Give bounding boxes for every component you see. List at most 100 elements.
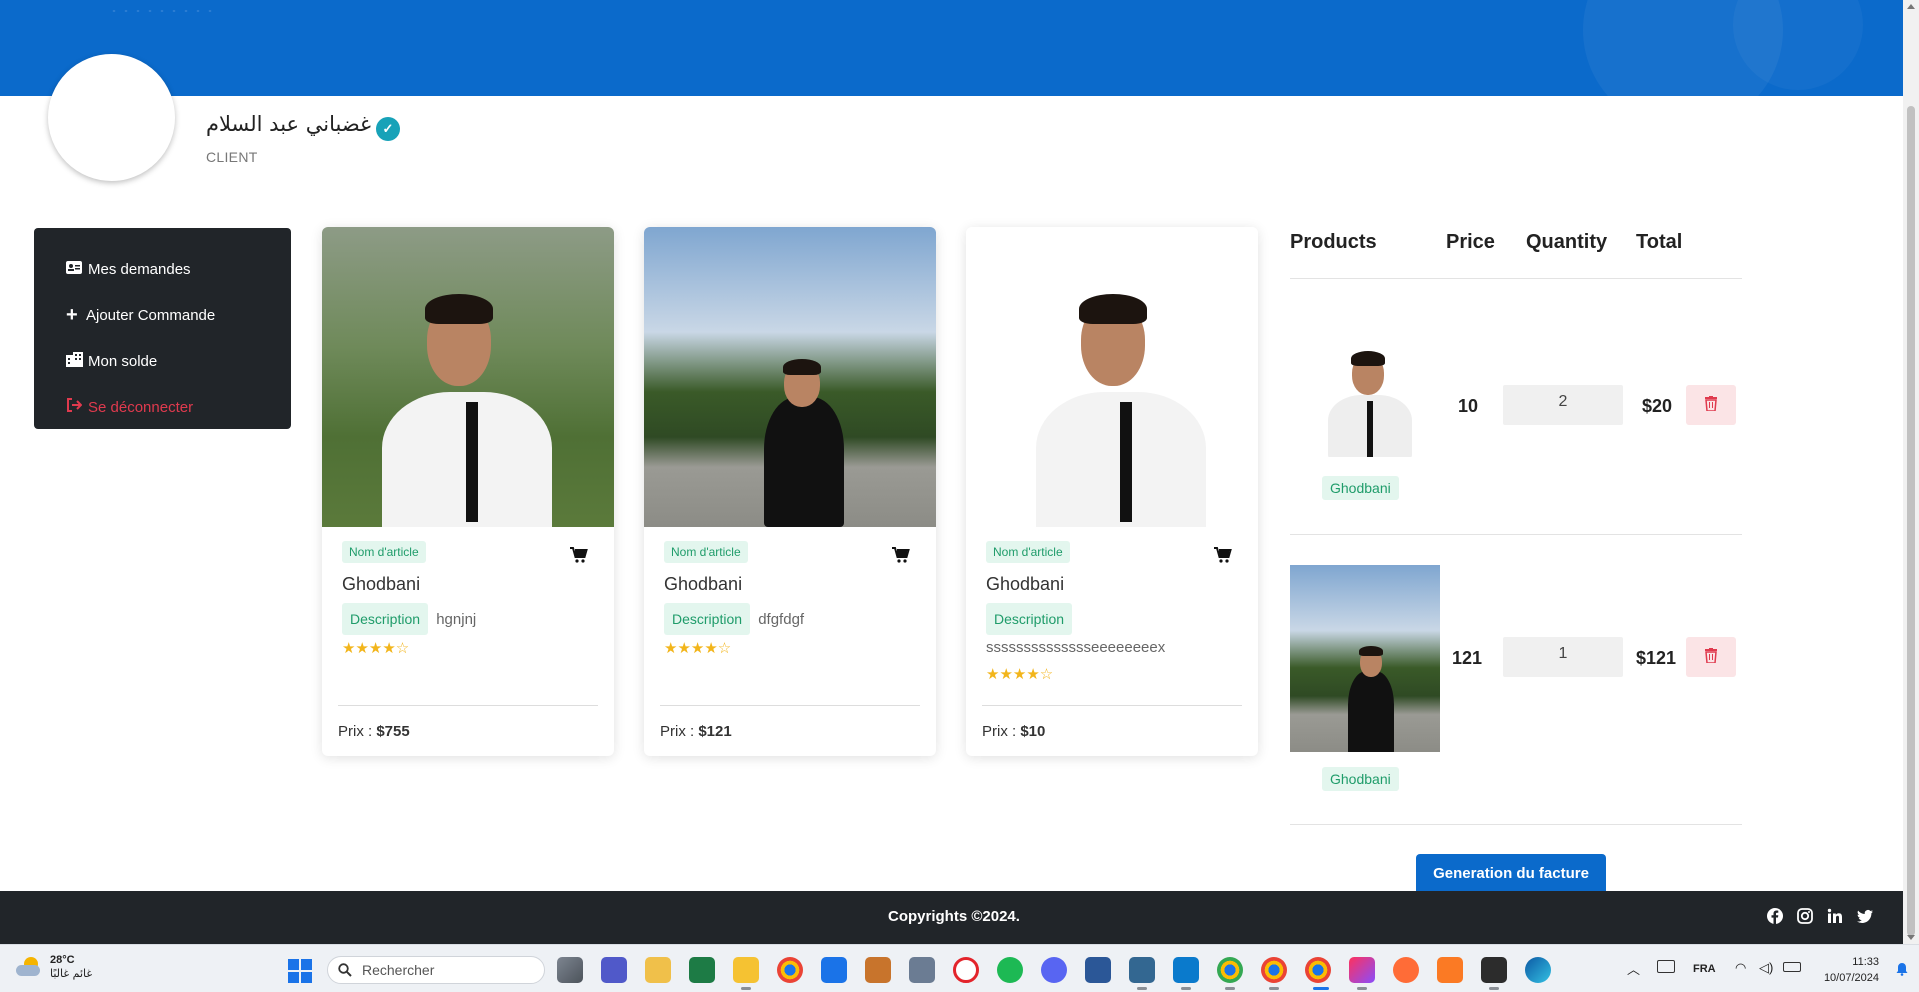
product-price: Prix : $121 — [660, 723, 732, 740]
active-app-indicator — [1181, 987, 1191, 990]
page-scrollbar[interactable] — [1903, 0, 1919, 944]
system-clock[interactable]: 11:33 10/07/2024 — [1824, 954, 1879, 986]
article-name-badge: Nom d'article — [664, 541, 748, 563]
product-description: sssssssssssssseeeeeeeex — [986, 639, 1166, 656]
search-icon — [338, 963, 352, 977]
product-card: Nom d'article Ghodbani Description hgnjn… — [322, 227, 614, 756]
profile-role: CLIENT — [206, 149, 258, 165]
weather-temp: 28°C — [50, 954, 75, 966]
intellij-icon[interactable] — [1349, 957, 1375, 983]
keyboard-icon[interactable] — [1657, 960, 1675, 973]
plus-icon: + — [66, 303, 78, 326]
product-price: Prix : $755 — [338, 723, 410, 740]
terminal-icon[interactable] — [1481, 957, 1507, 983]
taskbar-search[interactable]: Rechercher — [327, 956, 545, 984]
facebook-icon[interactable] — [1767, 908, 1783, 924]
sidebar-menu: Mes demandes + Ajouter Commande Mon sold… — [34, 228, 291, 429]
postgresql-icon[interactable] — [1129, 957, 1155, 983]
photos-icon[interactable] — [865, 957, 891, 983]
file-explorer-icon[interactable] — [733, 957, 759, 983]
rating-stars: ★★★★☆ — [664, 640, 732, 657]
battery-icon[interactable] — [1783, 962, 1801, 972]
chrome-profile-icon[interactable] — [1217, 957, 1243, 983]
chat-app-icon[interactable] — [645, 957, 671, 983]
card-divider — [338, 705, 598, 706]
volume-icon[interactable]: ◁) — [1759, 960, 1773, 976]
price-value: $121 — [698, 723, 732, 740]
teams-icon[interactable] — [601, 957, 627, 983]
language-indicator[interactable]: FRA — [1693, 963, 1716, 975]
add-to-cart-icon[interactable] — [892, 547, 910, 563]
quantity-input[interactable]: 2 — [1503, 385, 1623, 425]
postman-icon[interactable] — [1393, 957, 1419, 983]
sidebar-item-ajouter-commande[interactable]: + Ajouter Commande — [34, 292, 291, 338]
product-photo — [322, 227, 614, 527]
instagram-icon[interactable] — [1797, 908, 1813, 924]
product-card: Nom d'article Ghodbani Description sssss… — [966, 227, 1258, 756]
terminal-app-icon[interactable] — [909, 957, 935, 983]
card-divider — [982, 705, 1242, 706]
notification-bell-icon[interactable] — [1895, 962, 1909, 976]
chrome-icon[interactable] — [777, 957, 803, 983]
quantity-input[interactable]: 1 — [1503, 637, 1623, 677]
spotify-icon[interactable] — [997, 957, 1023, 983]
building-icon — [66, 351, 88, 371]
copyright-text: Copyrights ©2024. — [888, 908, 1020, 925]
card-divider — [660, 705, 920, 706]
word-icon[interactable] — [1085, 957, 1111, 983]
cart-table-header: Products Price Quantity Total — [1290, 227, 1742, 279]
twitter-icon[interactable] — [1857, 908, 1873, 924]
cart-product-image — [1290, 565, 1440, 752]
wifi-icon[interactable]: ◠ — [1735, 960, 1746, 976]
weather-desc: غائم غالبًا — [50, 967, 93, 980]
product-title: Ghodbani — [664, 574, 743, 594]
search-placeholder: Rechercher — [362, 962, 435, 978]
sidebar-item-mes-demandes[interactable]: Mes demandes — [34, 246, 291, 292]
table-row: Ghodbani 10 2 $20 — [1290, 279, 1742, 535]
add-to-cart-icon[interactable] — [570, 547, 588, 563]
generate-invoice-button[interactable]: Generation du facture — [1416, 854, 1606, 894]
xampp-icon[interactable] — [1437, 957, 1463, 983]
active-app-indicator — [1225, 987, 1235, 990]
price-label: Prix : — [660, 723, 699, 740]
scroll-up-arrow-icon[interactable] — [1907, 4, 1915, 9]
excel-icon[interactable] — [689, 957, 715, 983]
discord-icon[interactable] — [1041, 957, 1067, 983]
price-value: $755 — [376, 723, 410, 740]
cart-product-name: Ghodbani — [1322, 767, 1399, 791]
cloudy-weather-icon — [16, 957, 42, 977]
id-card-icon — [66, 260, 88, 278]
sidebar-item-mon-solde[interactable]: Mon solde — [34, 338, 291, 384]
chrome-profile-icon[interactable] — [1261, 957, 1287, 983]
scroll-down-arrow-icon[interactable] — [1907, 935, 1915, 940]
delete-item-button[interactable] — [1686, 385, 1736, 425]
windows-start-icon[interactable] — [288, 959, 312, 983]
sidebar-item-logout[interactable]: Se déconnecter — [34, 384, 291, 430]
price-label: Prix : — [338, 723, 377, 740]
header-total: Total — [1636, 231, 1683, 253]
chevron-up-icon[interactable]: ︿ — [1627, 959, 1640, 978]
linkedin-icon[interactable] — [1827, 908, 1843, 924]
sign-out-icon — [66, 398, 88, 416]
weather-widget[interactable]: 28°C غائم غالبًا — [16, 953, 92, 981]
edge-icon[interactable] — [1525, 957, 1551, 983]
cart-table: Products Price Quantity Total Ghodbani 1… — [1290, 227, 1742, 825]
avatar — [48, 54, 175, 181]
mail-icon[interactable] — [821, 957, 847, 983]
opera-icon[interactable] — [953, 957, 979, 983]
delete-item-button[interactable] — [1686, 637, 1736, 677]
scrollbar-thumb[interactable] — [1907, 106, 1915, 936]
social-links — [1767, 908, 1873, 924]
clock-time: 11:33 — [1852, 956, 1879, 968]
vscode-icon[interactable] — [1173, 957, 1199, 983]
add-to-cart-icon[interactable] — [1214, 547, 1232, 563]
verified-badge-icon: ✓ — [376, 117, 400, 141]
sidebar-item-label: Mon solde — [88, 352, 158, 370]
task-view-icon[interactable] — [557, 957, 583, 983]
active-app-indicator — [1137, 987, 1147, 990]
header-products: Products — [1290, 231, 1377, 253]
sidebar-item-label: Se déconnecter — [88, 398, 194, 416]
chrome-profile-icon[interactable] — [1305, 957, 1331, 983]
banner-dots-decoration — [108, 8, 218, 14]
clock-date: 10/07/2024 — [1823, 972, 1879, 984]
